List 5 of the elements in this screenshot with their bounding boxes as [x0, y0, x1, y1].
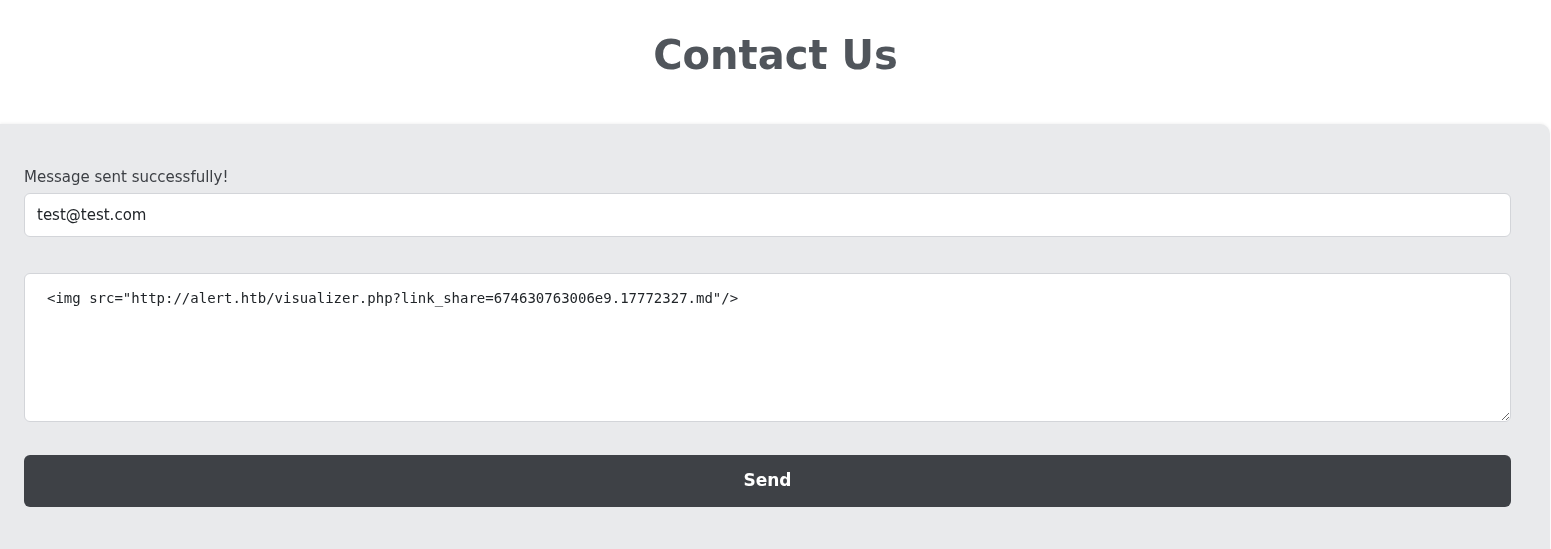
send-button[interactable]: Send [24, 455, 1511, 507]
status-message: Message sent successfully! [24, 168, 230, 186]
page-title: Contact Us [653, 35, 898, 75]
message-field[interactable]: <img src="http://alert.htb/visualizer.php?link_share=674630763006e9.17772327.md"/> [24, 273, 1511, 422]
email-field[interactable]: test@test.com [24, 193, 1511, 237]
